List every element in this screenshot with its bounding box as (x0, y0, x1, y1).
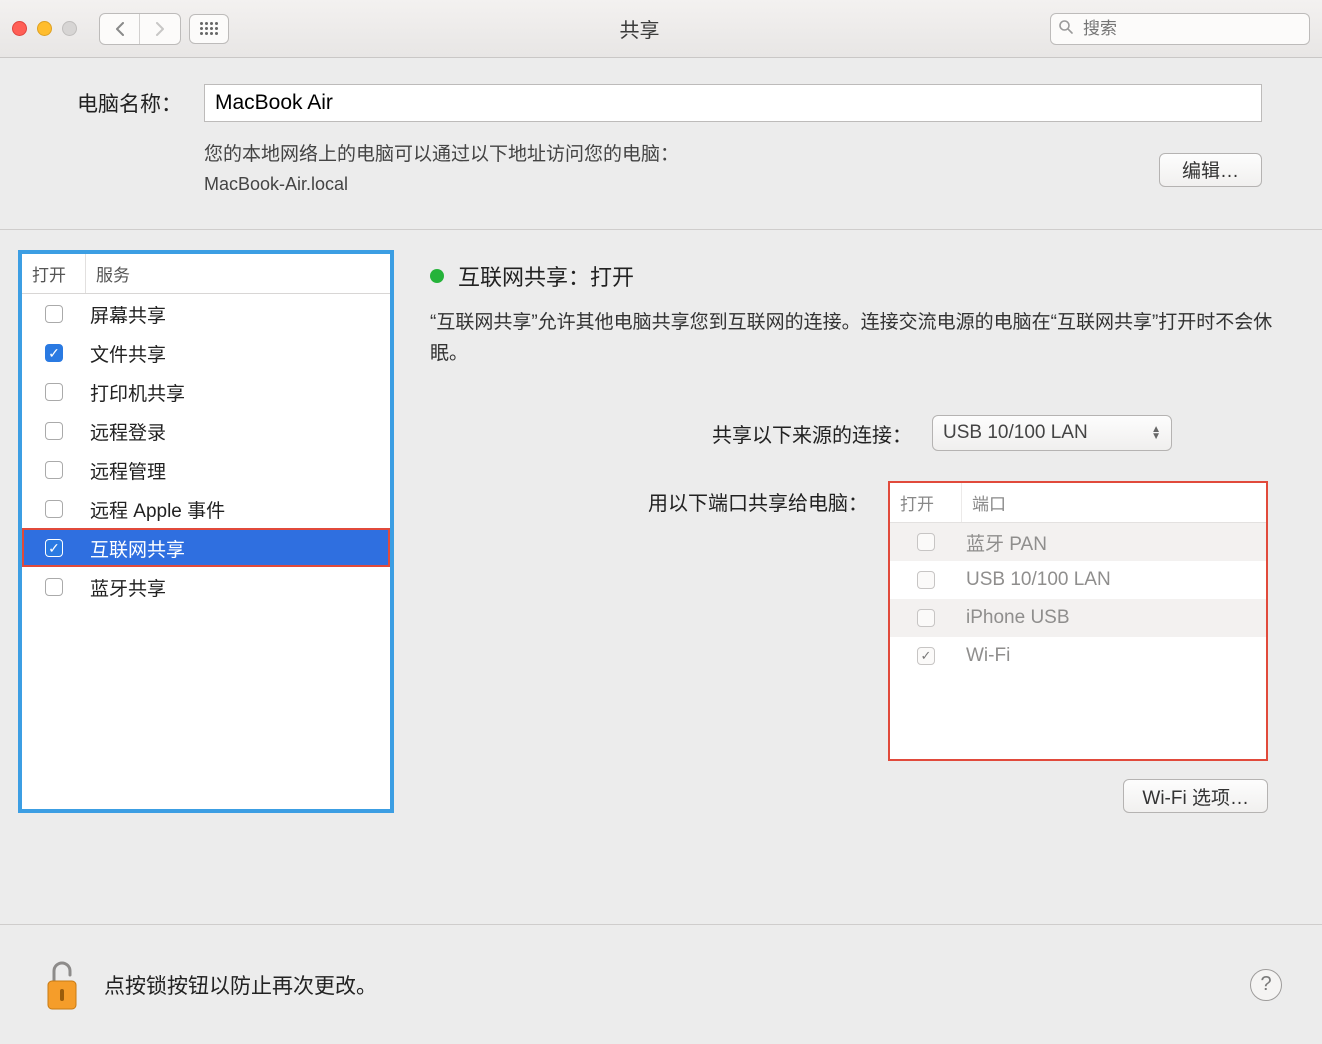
nav-back-forward (99, 13, 181, 45)
service-checkbox[interactable]: ✓ (45, 539, 63, 557)
search-field-wrap (1050, 13, 1310, 45)
computer-name-label: 电脑名称： (60, 88, 182, 118)
share-to-row: 用以下端口共享给电脑： 打开 端口 蓝牙 PAN USB 10/100 LAN iP… (430, 481, 1278, 761)
grid-icon (200, 22, 218, 35)
service-label: 远程管理 (86, 457, 390, 484)
port-row[interactable]: iPhone USB (890, 599, 1266, 637)
service-checkbox[interactable] (45, 578, 63, 596)
port-row[interactable]: USB 10/100 LAN (890, 561, 1266, 599)
service-checkbox[interactable] (45, 305, 63, 323)
service-checkbox[interactable] (45, 383, 63, 401)
service-row[interactable]: ✓ 文件共享 (22, 333, 390, 372)
lock-text: 点按锁按钮以防止再次更改。 (104, 970, 377, 1000)
port-checkbox[interactable] (917, 609, 935, 627)
computer-name-desc: 您的本地网络上的电脑可以通过以下地址访问您的电脑： (204, 140, 1145, 169)
ports-header-name: 端口 (962, 483, 1266, 522)
ports-header-on: 打开 (890, 483, 962, 522)
help-button[interactable]: ? (1250, 969, 1282, 1001)
services-header-on: 打开 (22, 254, 86, 293)
service-row[interactable]: 屏幕共享 (22, 294, 390, 333)
window-toolbar: 共享 (0, 0, 1322, 58)
service-row[interactable]: ✓ 互联网共享 (22, 528, 390, 567)
port-checkbox[interactable] (917, 571, 935, 589)
share-from-value: USB 10/100 LAN (943, 422, 1088, 444)
service-row[interactable]: 蓝牙共享 (22, 567, 390, 606)
service-label: 屏幕共享 (86, 301, 390, 328)
service-row[interactable]: 远程登录 (22, 411, 390, 450)
search-input[interactable] (1050, 13, 1310, 45)
port-row[interactable]: 蓝牙 PAN (890, 523, 1266, 561)
share-from-label: 共享以下来源的连接： (712, 419, 912, 448)
service-label: 蓝牙共享 (86, 574, 390, 601)
popup-arrows-icon: ▲▼ (1151, 426, 1161, 440)
share-from-row: 共享以下来源的连接： USB 10/100 LAN ▲▼ (430, 415, 1278, 451)
main-area: 打开 服务 屏幕共享 ✓ 文件共享打印机共享远程登录远程管理远程 Apple 事件 ✓… (0, 230, 1322, 813)
service-label: 互联网共享 (86, 535, 390, 562)
port-label: iPhone USB (962, 607, 1266, 629)
status-description: “互联网共享”允许其他电脑共享您到互联网的连接。连接交流电源的电脑在“互联网共享… (430, 308, 1278, 369)
status-title: 互联网共享：打开 (458, 260, 634, 292)
service-row[interactable]: 远程管理 (22, 450, 390, 489)
close-window-button[interactable] (12, 21, 27, 36)
footer: 点按锁按钮以防止再次更改。 ? (0, 924, 1322, 1044)
port-label: 蓝牙 PAN (962, 529, 1266, 556)
port-checkbox[interactable] (917, 533, 935, 551)
computer-local-hostname: MacBook-Air.local (204, 171, 1145, 199)
status-row: 互联网共享：打开 (430, 260, 1278, 292)
service-label: 打印机共享 (86, 379, 390, 406)
back-button[interactable] (100, 14, 140, 44)
service-row[interactable]: 打印机共享 (22, 372, 390, 411)
service-row[interactable]: 远程 Apple 事件 (22, 489, 390, 528)
service-label: 远程 Apple 事件 (86, 496, 390, 523)
edit-button[interactable]: 编辑… (1159, 153, 1262, 187)
share-from-popup[interactable]: USB 10/100 LAN ▲▼ (932, 415, 1172, 451)
computer-name-panel: 电脑名称： 您的本地网络上的电脑可以通过以下地址访问您的电脑： MacBook-… (0, 58, 1322, 230)
ports-header: 打开 端口 (890, 483, 1266, 523)
minimize-window-button[interactable] (37, 21, 52, 36)
computer-name-input[interactable] (204, 84, 1262, 122)
port-row[interactable]: Wi-Fi (890, 637, 1266, 675)
service-checkbox[interactable]: ✓ (45, 344, 63, 362)
service-checkbox[interactable] (45, 500, 63, 518)
services-list: 打开 服务 屏幕共享 ✓ 文件共享打印机共享远程登录远程管理远程 Apple 事件 ✓… (18, 250, 394, 813)
window-title: 共享 (237, 14, 1042, 43)
service-checkbox[interactable] (45, 461, 63, 479)
port-label: USB 10/100 LAN (962, 569, 1266, 591)
services-header-svc: 服务 (86, 254, 390, 293)
service-checkbox[interactable] (45, 422, 63, 440)
traffic-lights (12, 21, 77, 36)
forward-button[interactable] (140, 14, 180, 44)
service-detail: 互联网共享：打开 “互联网共享”允许其他电脑共享您到互联网的连接。连接交流电源的… (404, 250, 1304, 813)
show-all-button[interactable] (189, 14, 229, 44)
search-icon (1058, 19, 1074, 40)
service-label: 文件共享 (86, 340, 390, 367)
port-label: Wi-Fi (962, 645, 1266, 667)
lock-icon[interactable] (40, 957, 84, 1013)
services-header: 打开 服务 (22, 254, 390, 294)
wifi-options-button[interactable]: Wi-Fi 选项… (1123, 779, 1268, 813)
ports-list: 打开 端口 蓝牙 PAN USB 10/100 LAN iPhone USB Wi-F… (888, 481, 1268, 761)
port-checkbox[interactable] (917, 647, 935, 665)
service-label: 远程登录 (86, 418, 390, 445)
zoom-window-button[interactable] (62, 21, 77, 36)
share-to-label: 用以下端口共享给电脑： (648, 487, 868, 516)
status-indicator-icon (430, 269, 444, 283)
